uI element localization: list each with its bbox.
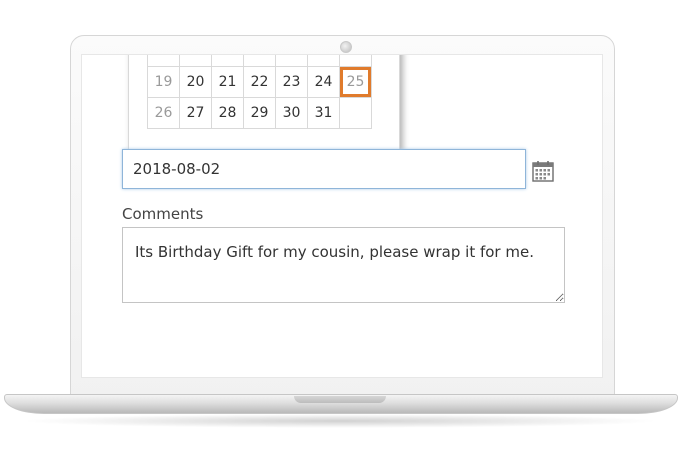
- calendar-day[interactable]: 23: [275, 66, 308, 98]
- calendar-day-weekend[interactable]: 19: [147, 66, 180, 98]
- calendar-week-row: 19 20 21 22 23 24 25: [147, 66, 372, 98]
- laptop-notch: [294, 396, 386, 403]
- calendar-day[interactable]: [179, 55, 212, 67]
- calendar-icon[interactable]: [531, 159, 555, 183]
- comments-label: Comments: [122, 205, 204, 223]
- calendar-day[interactable]: [147, 55, 180, 67]
- calendar-day[interactable]: [211, 55, 244, 67]
- laptop-shadow: [20, 414, 660, 428]
- calendar-day-empty: [339, 97, 372, 129]
- laptop-screen: 19 20 21 22 23 24 25 26 27 28 29 30 31 2…: [81, 54, 603, 378]
- calendar-day[interactable]: 30: [275, 97, 308, 129]
- calendar-day[interactable]: [307, 55, 340, 67]
- calendar-day-highlighted[interactable]: 25: [339, 66, 372, 98]
- calendar-day[interactable]: 29: [243, 97, 276, 129]
- calendar-day[interactable]: 21: [211, 66, 244, 98]
- calendar-day-weekend[interactable]: 26: [147, 97, 180, 129]
- calendar-day[interactable]: [339, 55, 372, 67]
- camera-icon: [340, 41, 352, 53]
- calendar-day[interactable]: [275, 55, 308, 67]
- calendar-day[interactable]: 31: [307, 97, 340, 129]
- date-input[interactable]: [122, 149, 526, 189]
- calendar-day[interactable]: 28: [211, 97, 244, 129]
- calendar-week-row: [147, 55, 372, 67]
- comments-textarea[interactable]: Its Birthday Gift for my cousin, please …: [122, 227, 565, 303]
- calendar-day[interactable]: 27: [179, 97, 212, 129]
- calendar-week-row: 26 27 28 29 30 31: [147, 97, 372, 129]
- laptop-mockup: 19 20 21 22 23 24 25 26 27 28 29 30 31 2…: [0, 0, 680, 450]
- calendar-grid: 19 20 21 22 23 24 25 26 27 28 29 30 31: [147, 55, 372, 129]
- calendar-day[interactable]: 24: [307, 66, 340, 98]
- calendar-day[interactable]: 22: [243, 66, 276, 98]
- calendar-day[interactable]: 20: [179, 66, 212, 98]
- calendar-day[interactable]: [243, 55, 276, 67]
- datepicker-popup: 19 20 21 22 23 24 25 26 27 28 29 30 31: [128, 55, 400, 150]
